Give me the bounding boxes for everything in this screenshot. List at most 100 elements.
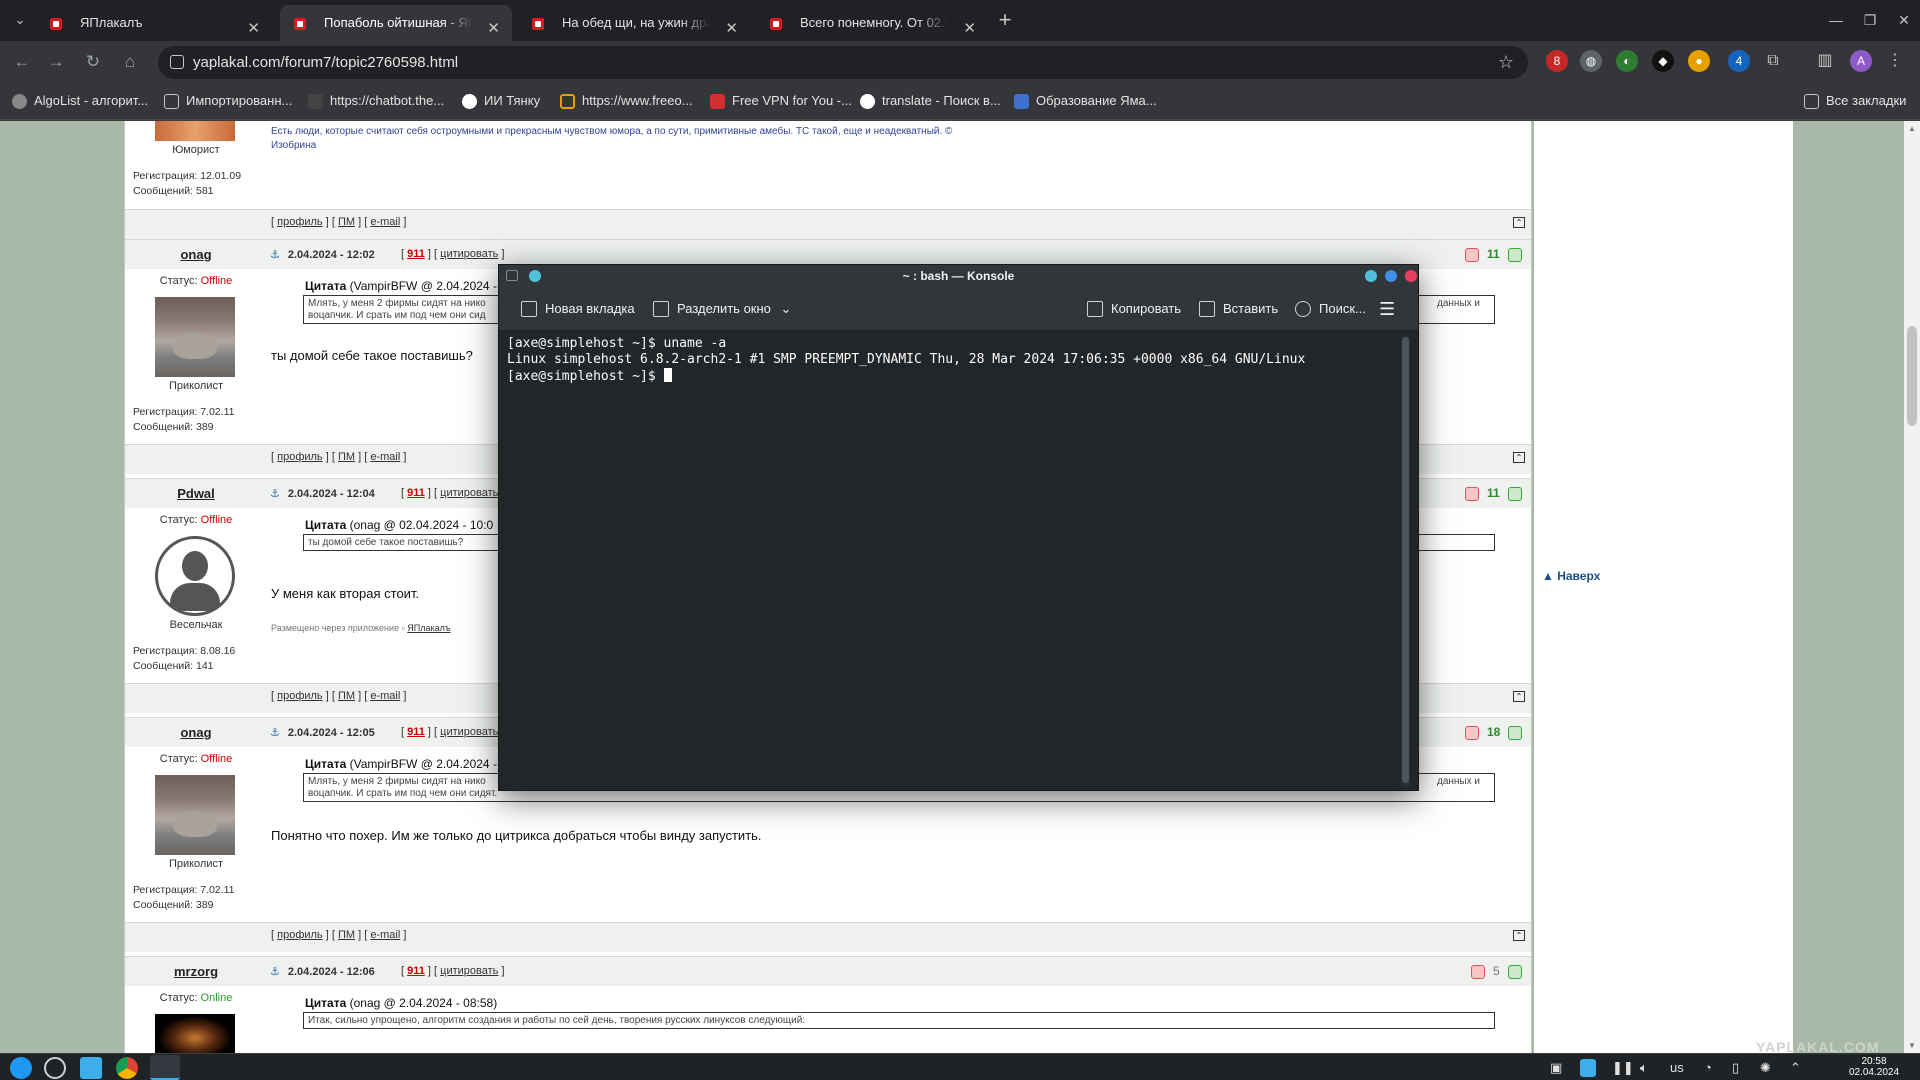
profile-link[interactable]: профиль (277, 216, 323, 228)
brightness-icon[interactable]: ✺ (1760, 1059, 1771, 1077)
pm-link[interactable]: ПМ (338, 690, 355, 702)
profile-link[interactable]: профиль (277, 929, 323, 941)
app-link[interactable]: ЯПлакалъ (407, 623, 450, 633)
bookmark-translate[interactable]: translate - Поиск в... (860, 91, 1001, 111)
minimize-icon[interactable] (1365, 270, 1377, 282)
profile-link[interactable]: профиль (277, 451, 323, 463)
pm-link[interactable]: ПМ (338, 451, 355, 463)
keep-above-icon[interactable] (529, 270, 541, 282)
bookmark-algolist[interactable]: AlgoList - алгорит... (12, 91, 148, 111)
forward-arrow-icon[interactable]: → (42, 48, 70, 76)
bookmark-obrazovanie[interactable]: Образование Яма... (1014, 91, 1157, 111)
new-tab-button[interactable]: Новая вкладка (521, 300, 635, 318)
scroll-up-icon[interactable]: ⌃ (1513, 217, 1525, 228)
post-number[interactable]: 911 (407, 965, 425, 977)
search-button[interactable]: Поиск... (1295, 300, 1366, 318)
scroll-down-arrow-icon[interactable]: ▼ (1908, 1041, 1916, 1050)
rate-up-icon[interactable] (1507, 964, 1522, 979)
bookmark-chatbot[interactable]: https://chatbot.the... (308, 91, 444, 111)
extension-adblock-icon[interactable]: 8 (1546, 50, 1568, 72)
volume-icon[interactable]: 🔈︎ (1640, 1059, 1648, 1077)
tab-close-icon[interactable]: ✕ (725, 14, 738, 41)
tab-search-chevron-icon[interactable]: ⌄ (8, 8, 32, 32)
rate-up-icon[interactable] (1508, 725, 1523, 740)
package-icon[interactable]: ▣ (1550, 1059, 1562, 1077)
email-link[interactable]: e-mail (370, 929, 400, 941)
post-number[interactable]: 911 (407, 248, 425, 260)
browser-menu-icon[interactable]: ⋮ (1884, 50, 1906, 72)
profile-link[interactable]: профиль (277, 690, 323, 702)
scroll-up-icon[interactable]: ⌃ (1513, 691, 1525, 702)
post-author[interactable]: onag (125, 725, 267, 740)
overview-icon[interactable] (44, 1057, 66, 1079)
cite-link[interactable]: цитировать (440, 965, 498, 977)
extension-green-icon[interactable]: ◐ (1616, 50, 1638, 72)
konsole-titlebar[interactable]: ~ : bash — Konsole (499, 265, 1418, 287)
page-scrollbar[interactable]: ▲ ▼ (1904, 121, 1920, 1053)
tab-obed[interactable]: На обед щи, на ужин дранику ✕ (518, 5, 750, 41)
konsole-app-icon[interactable] (506, 270, 518, 281)
extensions-puzzle-icon[interactable]: ⧉ (1762, 50, 1784, 72)
tab-popabol[interactable]: Попаболь ойтишная - ЯПлакалъ ✕ (280, 5, 512, 41)
scroll-up-arrow-icon[interactable]: ▲ (1908, 124, 1916, 133)
cite-link[interactable]: цитировать (440, 726, 498, 738)
anchor-icon[interactable]: ⚓ (270, 249, 280, 261)
back-arrow-icon[interactable]: ← (8, 48, 36, 76)
rate-down-icon[interactable] (1465, 725, 1479, 740)
tab-yaplakal[interactable]: ЯПлакалъ ✕ (36, 5, 272, 41)
address-bar[interactable]: yaplakal.com/forum7/topic2760598.html ☆ (158, 46, 1528, 79)
bookmark-freeo[interactable]: https://www.freeo... (560, 91, 693, 111)
anchor-icon[interactable]: ⚓ (270, 727, 280, 739)
anchor-icon[interactable]: ⚓ (270, 966, 280, 978)
terminal-scrollbar[interactable] (1401, 336, 1410, 787)
tab-vsego[interactable]: Всего понемногу. От 02.04.2024 ✕ (756, 5, 988, 41)
app-launcher-icon[interactable] (10, 1057, 32, 1079)
split-view-button[interactable]: Разделить окно ⌄ (653, 300, 791, 318)
extension-blue-icon[interactable]: 4 (1728, 50, 1750, 72)
post-number[interactable]: 911 (407, 726, 425, 738)
tab-close-icon[interactable]: ✕ (963, 14, 976, 41)
clock[interactable]: 20:58 02.04.2024 (1840, 1056, 1908, 1078)
tab-close-icon[interactable]: ✕ (487, 14, 500, 41)
paste-button[interactable]: Вставить (1199, 300, 1278, 318)
chrome-icon[interactable] (116, 1057, 138, 1079)
pm-link[interactable]: ПМ (338, 216, 355, 228)
extension-dark-icon[interactable]: ◆ (1652, 50, 1674, 72)
close-icon[interactable] (1405, 270, 1417, 282)
terminal-output[interactable]: [axe@simplehost ~]$ uname -a Linux simple… (507, 336, 1399, 786)
konsole-task-icon[interactable] (150, 1055, 180, 1080)
keyboard-layout-indicator[interactable]: us (1670, 1059, 1684, 1077)
tray-expand-icon[interactable]: ⌃ (1790, 1059, 1801, 1077)
rate-up-icon[interactable] (1507, 247, 1522, 262)
to-top-link[interactable]: ▲ Наверх (1542, 569, 1600, 583)
home-icon[interactable]: ⌂ (116, 48, 144, 76)
file-manager-icon[interactable] (80, 1057, 102, 1079)
battery-icon[interactable]: ▯ (1732, 1059, 1739, 1077)
bookmark-imported-folder[interactable]: Импортированн... (164, 91, 292, 111)
restore-icon[interactable]: ❐ (1852, 8, 1888, 32)
all-bookmarks-folder[interactable]: Все закладки (1804, 91, 1906, 111)
post-number[interactable]: 911 (407, 487, 425, 499)
extension-yellow-icon[interactable]: ● (1688, 50, 1710, 72)
scrollbar-thumb[interactable] (1907, 326, 1917, 426)
profile-avatar[interactable]: A (1850, 50, 1872, 72)
rate-down-icon[interactable] (1465, 247, 1479, 262)
reload-icon[interactable]: ↻ (79, 48, 107, 76)
rate-down-icon[interactable] (1465, 486, 1479, 501)
rate-down-icon[interactable] (1471, 964, 1485, 979)
extension-globe-icon[interactable]: ◍ (1580, 50, 1602, 72)
scrollbar-thumb[interactable] (1402, 337, 1409, 783)
network-icon[interactable]: ◔ (1704, 1059, 1712, 1077)
tab-close-icon[interactable]: ✕ (247, 14, 260, 41)
side-panel-icon[interactable]: ▥ (1814, 50, 1836, 72)
minimize-icon[interactable]: — (1818, 8, 1854, 32)
post-author[interactable]: mrzorg (125, 964, 267, 979)
clipboard-icon[interactable] (1580, 1059, 1596, 1077)
rate-up-icon[interactable] (1507, 486, 1522, 501)
media-pause-icon[interactable]: ❚❚ (1612, 1059, 1634, 1077)
new-tab-plus-icon[interactable]: + (990, 6, 1020, 34)
email-link[interactable]: e-mail (370, 216, 400, 228)
anchor-icon[interactable]: ⚓ (270, 488, 280, 500)
cite-link[interactable]: цитировать (440, 487, 498, 499)
post-author[interactable]: Pdwal (125, 486, 267, 501)
